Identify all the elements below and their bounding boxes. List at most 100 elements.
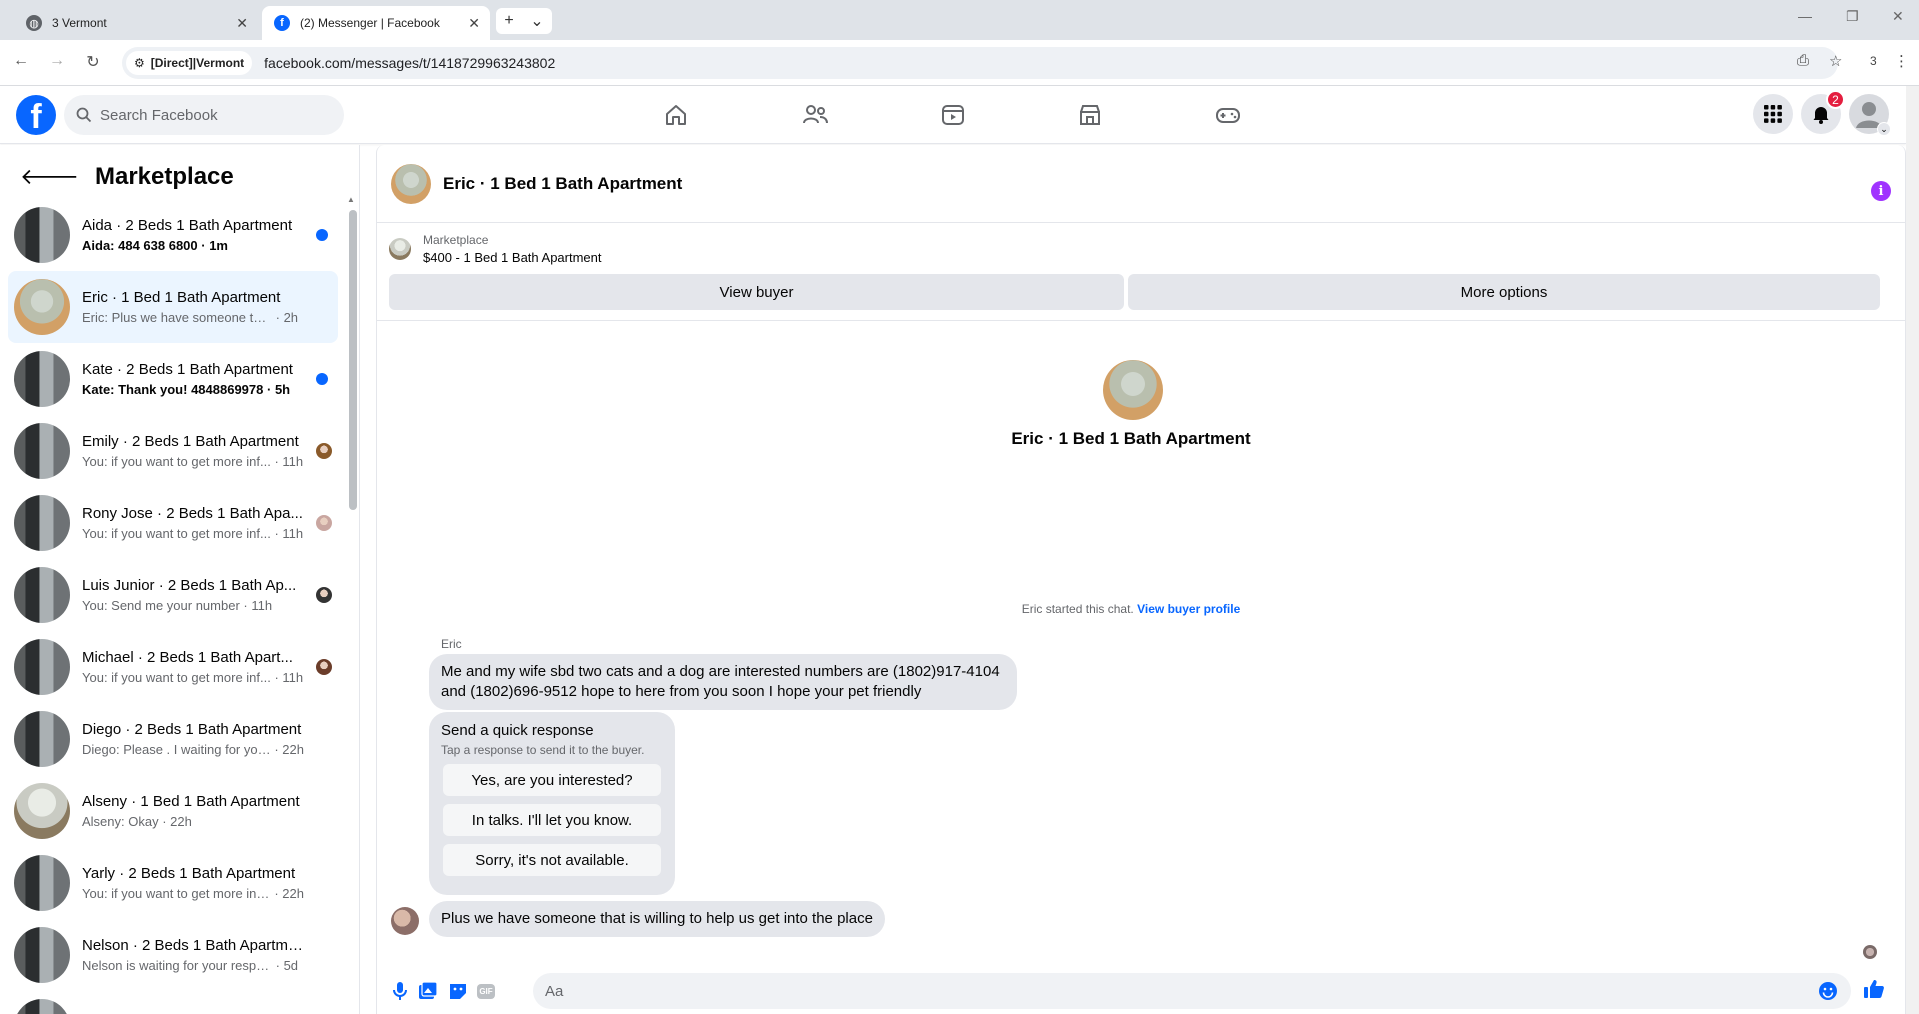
- facebook-logo-letter: f: [30, 98, 42, 135]
- listing-thumbnail: [389, 238, 411, 260]
- home-icon[interactable]: [661, 100, 691, 130]
- marketplace-sidebar: 🡐 Marketplace Aida · 2 Beds 1 Bath Apart…: [0, 145, 360, 1014]
- conversation-item[interactable]: Nelson · 2 Beds 1 Bath Apartment Nelson i…: [8, 919, 338, 991]
- conversation-item[interactable]: Diego · 2 Beds 1 Bath Apartment Diego: Pl…: [8, 703, 338, 775]
- page-scrollbar[interactable]: [1906, 86, 1919, 1014]
- facebook-logo[interactable]: f: [16, 95, 56, 135]
- conversation-item[interactable]: Aida · 2 Beds 1 Bath Apartment Aida: 484 …: [8, 199, 338, 271]
- close-window-icon[interactable]: ✕: [1892, 8, 1904, 25]
- minimize-icon[interactable]: —: [1798, 8, 1812, 24]
- message-time: 5d: [283, 958, 299, 973]
- incoming-message[interactable]: Me and my wife sbd two cats and a dog ar…: [429, 654, 1017, 710]
- conversation-item[interactable]: Rony Jose · 2 Beds 1 Bath Apa... You: if …: [8, 487, 338, 559]
- conversation-item[interactable]: Emily · 2 Beds 1 Bath Apartment You: if y…: [8, 415, 338, 487]
- conversation-item[interactable]: Michael · 2 Beds 1 Bath Apart... You: if …: [8, 631, 338, 703]
- listing-summary[interactable]: Marketplace $400 - 1 Bed 1 Bath Apartmen…: [389, 233, 602, 265]
- chat-title[interactable]: Eric · 1 Bed 1 Bath Apartment: [443, 174, 682, 194]
- conversation-item[interactable]: Alseny · 1 Bed 1 Bath Apartment Alseny: O…: [8, 775, 338, 847]
- view-buyer-profile-link[interactable]: View buyer profile: [1137, 602, 1240, 616]
- search-input[interactable]: [100, 106, 320, 124]
- like-thumb-icon[interactable]: [1863, 978, 1885, 1000]
- last-message: Alseny: Okay: [82, 814, 159, 829]
- close-tab-icon[interactable]: ✕: [468, 15, 480, 32]
- search-box[interactable]: [64, 95, 344, 135]
- tab-title: (2) Messenger | Facebook: [300, 16, 440, 30]
- conversation-item[interactable]: Eric · 1 Bed 1 Bath Apartment Eric: Plus …: [8, 271, 338, 343]
- gif-icon[interactable]: GIF: [475, 980, 497, 1002]
- message-time: 11h: [282, 454, 304, 469]
- gif-label: GIF: [477, 983, 495, 999]
- sticker-icon[interactable]: [447, 980, 469, 1002]
- profile-count[interactable]: 3: [1870, 54, 1877, 68]
- message-time: 11h: [251, 598, 273, 613]
- message-time: 11h: [282, 526, 304, 541]
- separator: ·: [270, 742, 283, 757]
- listing-label: Marketplace: [423, 233, 489, 247]
- back-arrow-icon[interactable]: 🡐: [20, 164, 79, 190]
- message-time: 5h: [274, 382, 291, 397]
- conversation-preview: You: if you want to get more inf... · 11…: [82, 670, 304, 685]
- more-options-button[interactable]: More options: [1128, 274, 1880, 310]
- install-app-icon[interactable]: ⎙: [1797, 52, 1809, 69]
- account-avatar[interactable]: ⌄: [1849, 94, 1891, 136]
- sidebar-scrollbar[interactable]: [349, 210, 357, 510]
- buyer-profile-avatar[interactable]: [1103, 360, 1163, 420]
- browser-menu-icon[interactable]: ⋮: [1894, 52, 1909, 70]
- last-message: You: if you want to get more inf...: [82, 526, 271, 541]
- tab-title: 3 Vermont: [52, 16, 107, 30]
- chat-header[interactable]: Eric · 1 Bed 1 Bath Apartment i: [377, 145, 1905, 223]
- message-time: 11h: [282, 670, 304, 685]
- restore-icon[interactable]: ❐: [1846, 8, 1859, 25]
- browser-tab-vermont[interactable]: ◍ 3 Vermont ✕: [14, 6, 258, 40]
- read-receipt-avatar: [316, 515, 332, 531]
- unread-dot: [316, 373, 328, 385]
- omnibox[interactable]: ⚙ [Direct]|Vermont facebook.com/messages…: [122, 47, 1838, 79]
- new-tab-button[interactable]: +: [504, 12, 513, 30]
- conversation-title: Emily · 2 Beds 1 Bath Apartment: [82, 433, 299, 450]
- grid-icon: [1764, 105, 1782, 123]
- conversation-preview: You: if you want to get more inf... · 11…: [82, 454, 304, 469]
- message-input[interactable]: [533, 973, 1851, 1009]
- quick-reply-interested[interactable]: Yes, are you interested?: [443, 764, 661, 796]
- conversation-preview: Diego: Please . I waiting for you g... ·…: [82, 742, 304, 757]
- bookmark-star-icon[interactable]: ☆: [1829, 52, 1842, 70]
- message-composer: GIF: [377, 961, 1905, 1013]
- listing-thumbnail: [14, 423, 70, 479]
- scroll-up-arrow[interactable]: ▲: [347, 195, 355, 204]
- menu-grid-button[interactable]: [1753, 94, 1793, 134]
- chat-avatar[interactable]: [391, 163, 431, 204]
- info-icon[interactable]: i: [1871, 181, 1891, 201]
- conversation-item[interactable]: Gloria · 2 Beds 1 Bath Apartment: [8, 991, 338, 1014]
- forward-icon[interactable]: →: [46, 52, 68, 70]
- conversation-preview: You: Send me your number · 11h: [82, 598, 304, 613]
- sender-avatar[interactable]: [391, 907, 419, 935]
- conversation-preview: Alseny: Okay · 22h: [82, 814, 304, 829]
- listing-thumbnail: [14, 639, 70, 695]
- conversation-item[interactable]: Kate · 2 Beds 1 Bath Apartment Kate: Than…: [8, 343, 338, 415]
- reload-icon[interactable]: ↻: [82, 52, 104, 72]
- marketplace-icon[interactable]: [1075, 100, 1105, 130]
- site-info-chip[interactable]: ⚙ [Direct]|Vermont: [126, 51, 253, 75]
- quick-reply-not-available[interactable]: Sorry, it's not available.: [443, 844, 661, 876]
- quick-reply-in-talks[interactable]: In talks. I'll let you know.: [443, 804, 661, 836]
- conversation-title: Kate · 2 Beds 1 Bath Apartment: [82, 361, 293, 378]
- photo-icon[interactable]: [417, 980, 439, 1002]
- last-message: Nelson is waiting for your response.: [82, 958, 272, 973]
- microphone-icon[interactable]: [389, 980, 411, 1002]
- gaming-icon[interactable]: [1213, 100, 1243, 130]
- notifications-button[interactable]: 2: [1801, 90, 1845, 134]
- separator: ·: [270, 454, 283, 469]
- browser-tab-messenger[interactable]: f (2) Messenger | Facebook ✕: [262, 6, 490, 40]
- friends-icon[interactable]: [800, 100, 830, 130]
- listing-thumbnail: [14, 855, 70, 911]
- view-buyer-button[interactable]: View buyer: [389, 274, 1124, 310]
- conversation-item[interactable]: Yarly · 2 Beds 1 Bath Apartment You: if y…: [8, 847, 338, 919]
- back-icon[interactable]: ←: [10, 52, 32, 70]
- tab-search-button[interactable]: ⌄: [530, 11, 543, 31]
- incoming-message[interactable]: Plus we have someone that is willing to …: [429, 901, 885, 937]
- close-tab-icon[interactable]: ✕: [236, 15, 248, 32]
- video-icon[interactable]: [938, 100, 968, 130]
- conversation-item[interactable]: Luis Junior · 2 Beds 1 Bath Ap... You: Se…: [8, 559, 338, 631]
- emoji-icon[interactable]: [1817, 980, 1839, 1002]
- listing-title: $400 - 1 Bed 1 Bath Apartment: [423, 250, 602, 265]
